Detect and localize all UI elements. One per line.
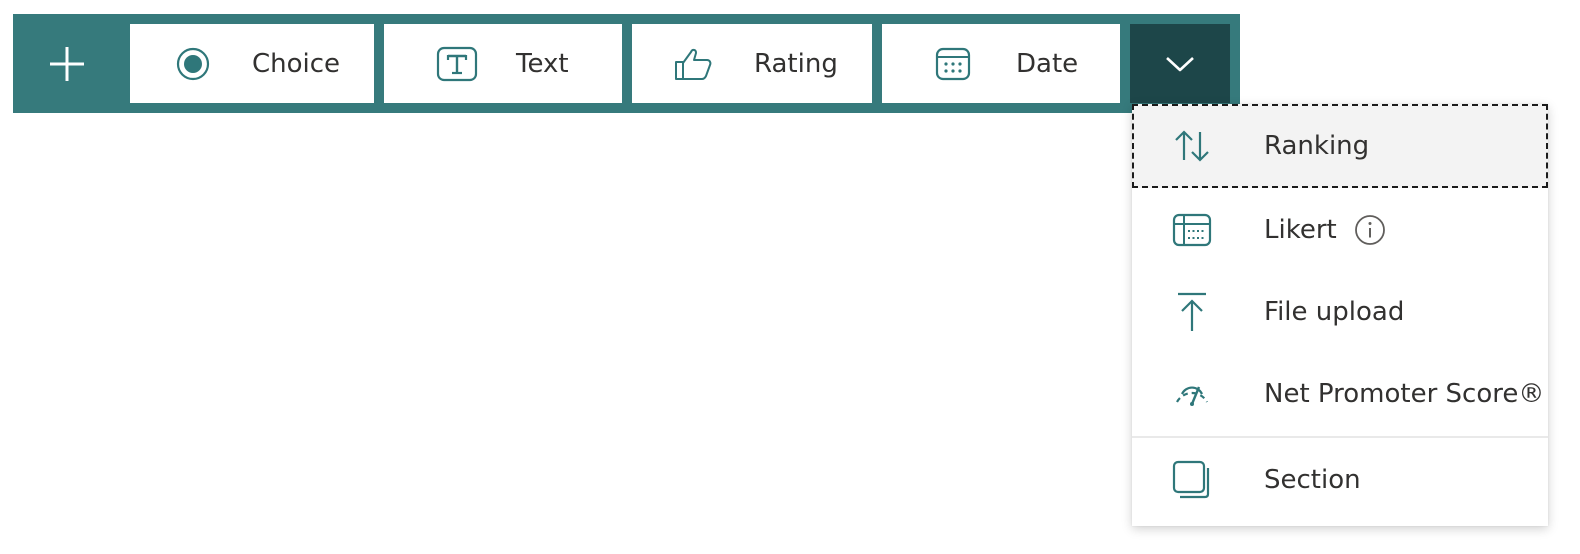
more-question-types-menu: Ranking Likert File upload Net Promoter …	[1132, 104, 1548, 526]
upload-icon	[1170, 290, 1214, 334]
menu-item-label: Likert	[1264, 215, 1337, 245]
menu-item-section[interactable]: Section	[1132, 438, 1548, 522]
chevron-down-icon	[1166, 56, 1194, 71]
menu-item-likert[interactable]: Likert	[1132, 188, 1548, 272]
more-question-types-button[interactable]	[1130, 24, 1230, 103]
text-box-icon	[436, 43, 478, 85]
menu-item-label: File upload	[1264, 297, 1405, 327]
date-label: Date	[1016, 48, 1079, 79]
date-button[interactable]: Date	[882, 24, 1120, 103]
choice-label: Choice	[252, 48, 341, 79]
text-label: Text	[516, 48, 569, 79]
gauge-icon	[1170, 372, 1214, 416]
question-type-toolbar: Choice Text Rating Date	[13, 14, 1240, 113]
menu-item-label: Net Promoter Score®	[1264, 379, 1545, 409]
menu-item-label: Ranking	[1264, 131, 1370, 161]
info-icon[interactable]	[1353, 213, 1387, 247]
menu-item-file-upload[interactable]: File upload	[1132, 270, 1548, 354]
menu-item-net-promoter-score[interactable]: Net Promoter Score®	[1132, 352, 1548, 436]
section-pages-icon	[1170, 458, 1214, 502]
plus-icon	[49, 46, 84, 81]
likert-grid-icon	[1170, 208, 1214, 252]
choice-button[interactable]: Choice	[130, 24, 374, 103]
menu-item-ranking[interactable]: Ranking	[1132, 104, 1548, 188]
sort-arrows-icon	[1170, 124, 1214, 168]
thumbs-up-icon	[672, 43, 714, 85]
rating-button[interactable]: Rating	[632, 24, 872, 103]
menu-item-label: Section	[1264, 465, 1361, 495]
radio-button-icon	[172, 43, 214, 85]
text-button[interactable]: Text	[384, 24, 622, 103]
add-question-button[interactable]	[13, 14, 120, 113]
calendar-icon	[932, 43, 974, 85]
rating-label: Rating	[754, 48, 838, 79]
